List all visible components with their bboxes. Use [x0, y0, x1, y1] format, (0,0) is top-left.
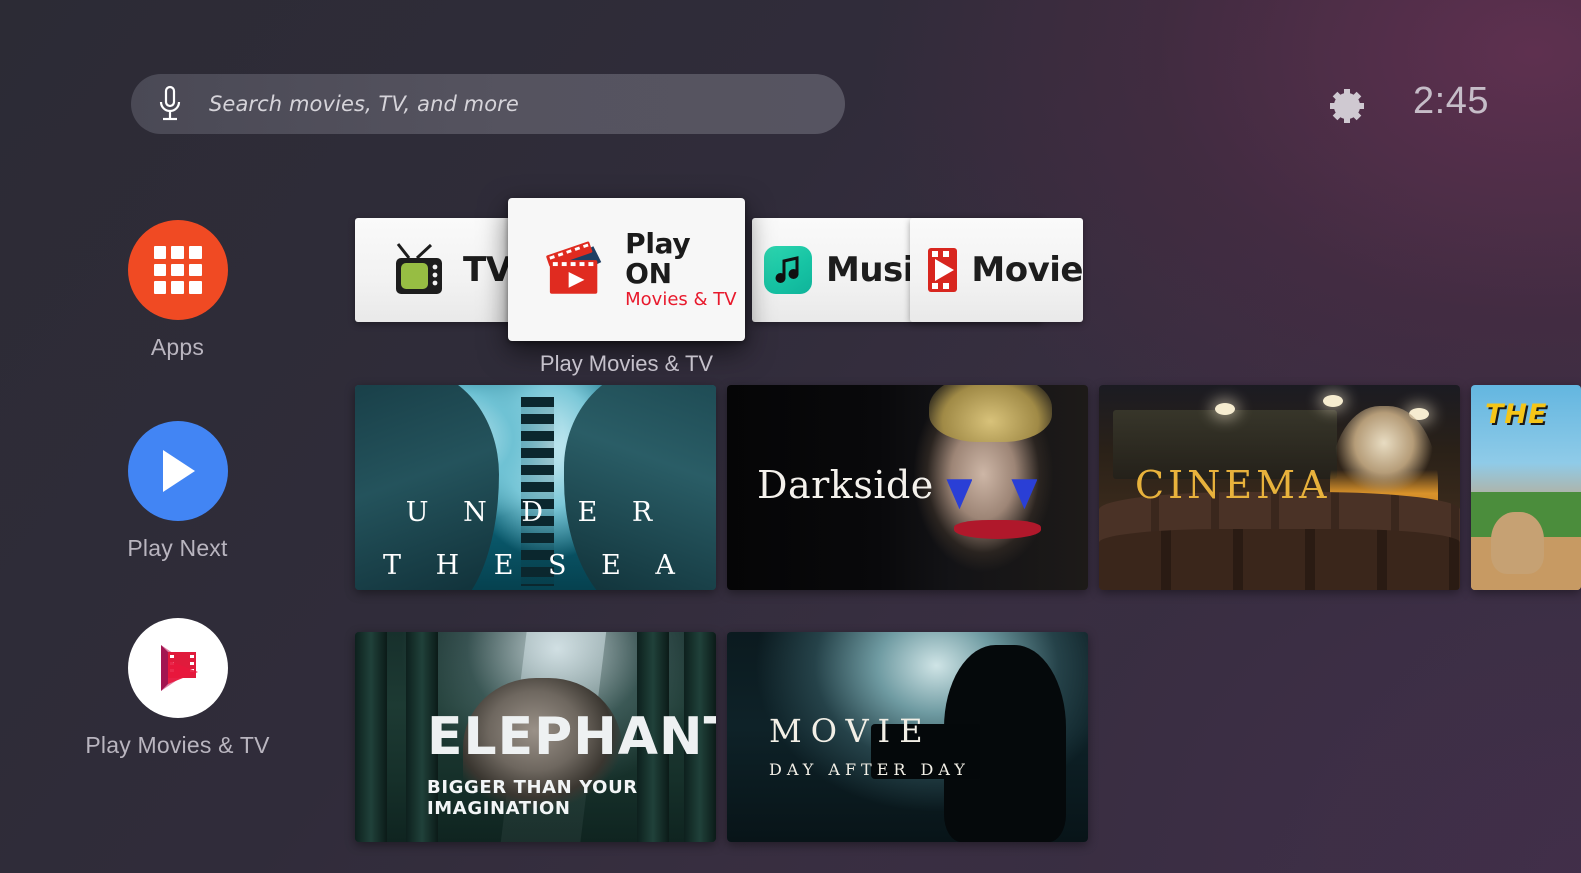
top-bar: Search movies, TV, and more 2:45	[0, 0, 1581, 176]
tile-title: Darkside	[757, 463, 934, 507]
tile-title: MOVIE	[769, 712, 932, 750]
film-strip-play-icon	[928, 248, 958, 292]
content-tile-under-the-sea[interactable]: U N D E R T H E S E A	[355, 385, 716, 590]
app-card-label: Movie	[971, 250, 1083, 290]
content-tile-movie-day-after-day[interactable]: MOVIE DAY AFTER DAY	[727, 632, 1088, 842]
tile-tagline: BIGGER THAN YOUR IMAGINATION	[427, 777, 638, 819]
focused-card-subtitle: Movies & TV	[625, 288, 737, 310]
sidebar-item-label: Play Movies & TV	[85, 732, 270, 758]
apps-grid-icon	[127, 220, 228, 320]
sidebar-item-play-next[interactable]: Play Next	[0, 421, 355, 562]
app-card-label: TV	[463, 250, 512, 290]
play-triangle-icon	[127, 421, 228, 521]
android-tv-home-screen: Search movies, TV, and more 2:45 Apps Pl…	[0, 0, 1581, 873]
music-note-icon	[764, 246, 812, 294]
sidebar-item-label: Play Next	[127, 535, 228, 561]
sidebar-item-label: Apps	[150, 334, 205, 360]
clapperboard-play-icon	[546, 240, 602, 294]
app-card-play-on-focused[interactable]: Play ON Movies & TV	[508, 198, 745, 341]
content-tile-darkside[interactable]: Darkside	[727, 385, 1088, 590]
gear-icon[interactable]	[1324, 83, 1370, 129]
clock: 2:45	[1413, 80, 1489, 122]
content-tile-the-baseball[interactable]: THE	[1471, 385, 1581, 590]
microphone-icon[interactable]	[131, 85, 209, 123]
tile-title: THE	[1485, 399, 1548, 430]
tile-caption: MOVIE DAY AFTER DAY	[769, 712, 970, 779]
app-card-movie[interactable]: Movie	[910, 218, 1083, 322]
search-placeholder-text: Search movies, TV, and more	[209, 92, 519, 116]
retro-tv-icon	[396, 243, 442, 294]
tile-caption: ELEPHANT BIGGER THAN YOUR IMAGINATION	[427, 707, 716, 819]
play-movies-logo-icon	[127, 618, 228, 718]
tile-caption: U N D E R T H E S E A	[355, 497, 716, 581]
tile-title-line2: T H E S E A	[383, 550, 688, 581]
sidebar-item-apps[interactable]: Apps	[0, 220, 355, 361]
focused-card-title: Play ON	[625, 227, 691, 290]
content-tile-cinema[interactable]: CINEMA	[1099, 385, 1460, 590]
search-input[interactable]: Search movies, TV, and more	[131, 74, 845, 134]
focused-card-caption: Play Movies & TV	[539, 351, 714, 376]
sidebar-item-play-movies-tv[interactable]: Play Movies & TV	[0, 618, 355, 759]
tile-title: ELEPHANT	[427, 707, 716, 767]
content-tile-elephant[interactable]: ELEPHANT BIGGER THAN YOUR IMAGINATION	[355, 632, 716, 842]
tile-title: CINEMA	[1135, 463, 1331, 507]
tile-title-line1: U N D E R	[405, 497, 666, 528]
tile-subtitle: DAY AFTER DAY	[769, 760, 970, 779]
